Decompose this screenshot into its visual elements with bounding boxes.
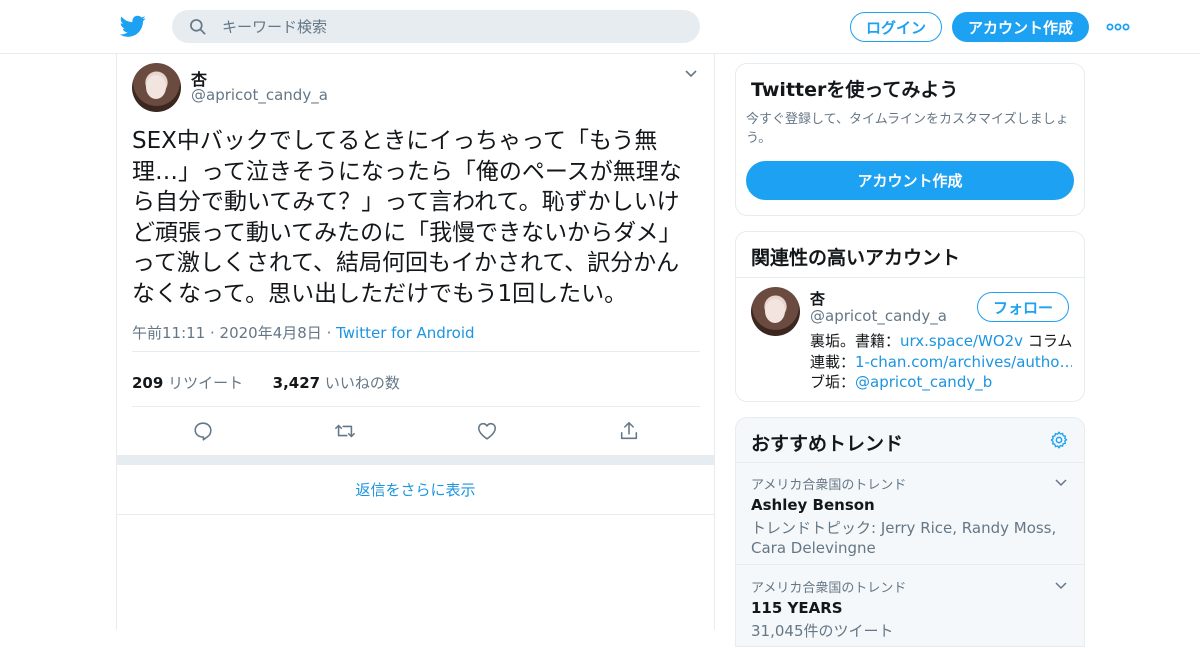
signup-card-subtitle: 今すぐ登録して、タイムラインをカスタマイズしましょう。 — [746, 112, 1069, 146]
bio-text: ブ垢： — [810, 373, 856, 391]
trend-context: アメリカ合衆国のトレンド — [751, 581, 907, 596]
top-bar: ログイン アカウント作成 — [0, 0, 1200, 54]
related-account-bio: 裏垢。書籍：urx.space/WO2v コラム 連載：1-chan.com/a… — [810, 331, 1072, 393]
signup-card-title: Twitterを使ってみよう — [751, 79, 959, 101]
divider — [736, 277, 1084, 278]
search-icon — [190, 19, 206, 35]
related-card-title: 関連性の高いアカウント — [751, 247, 961, 269]
retweet-label[interactable]: リツイート — [168, 374, 243, 392]
chevron-down-icon[interactable] — [1054, 476, 1068, 490]
bio-link-book[interactable]: urx.space/WO2v — [900, 332, 1023, 350]
divider — [132, 406, 700, 407]
bio-text: 裏垢。書籍： — [810, 332, 901, 350]
like-label[interactable]: いいねの数 — [325, 374, 400, 392]
bio-link-sub-account[interactable]: @apricot_candy_b — [855, 373, 992, 391]
share-icon[interactable] — [618, 420, 640, 442]
meta-separator: · — [321, 324, 337, 342]
like-count[interactable]: 3,427 — [273, 374, 320, 392]
reply-icon[interactable] — [192, 420, 214, 442]
bio-text: コラム — [1023, 332, 1072, 350]
avatar[interactable] — [132, 63, 181, 112]
retweet-count[interactable]: 209 — [132, 374, 163, 392]
tweet-source[interactable]: Twitter for Android — [336, 324, 474, 342]
tweet-column: 杏 @apricot_candy_a SEX中バックでしてるときにイっちゃって「… — [116, 54, 715, 630]
section-divider — [117, 455, 714, 465]
show-more-replies-link[interactable]: 返信をさらに表示 — [117, 465, 714, 515]
trend-name: Ashley Benson — [751, 496, 875, 514]
chevron-down-icon[interactable] — [1054, 579, 1068, 593]
related-account-avatar[interactable] — [751, 287, 800, 336]
bio-text: 連載： — [810, 352, 856, 371]
tweet-stats: 209 リツイート 3,427 いいねの数 — [132, 372, 400, 393]
trend-description: 31,045件のツイート — [751, 622, 894, 640]
trend-name: 115 YEARS — [751, 599, 843, 617]
tweet-text: SEX中バックでしてるときにイっちゃって「もう無理…」って泣きそうになったら「俺… — [132, 128, 682, 307]
author-handle[interactable]: @apricot_candy_a — [191, 86, 328, 104]
twitter-bird-icon[interactable] — [120, 13, 146, 39]
signup-button[interactable]: アカウント作成 — [952, 12, 1089, 42]
chevron-down-icon[interactable] — [683, 66, 699, 82]
gear-icon[interactable] — [1049, 430, 1069, 450]
retweet-icon[interactable] — [334, 420, 356, 442]
more-dots-icon[interactable] — [1106, 16, 1130, 38]
search-input[interactable] — [222, 10, 682, 43]
tweet-meta: 午前11:11 · 2020年4月8日 · Twitter for Androi… — [132, 322, 475, 343]
login-button[interactable]: ログイン — [850, 12, 942, 42]
search-box[interactable] — [172, 10, 700, 43]
trend-context: アメリカ合衆国のトレンド — [751, 478, 907, 493]
related-accounts-card: 関連性の高いアカウント 杏 @apricot_candy_a フォロー 裏垢。書… — [735, 231, 1085, 402]
signup-card-button[interactable]: アカウント作成 — [746, 161, 1074, 200]
related-account-handle[interactable]: @apricot_candy_a — [810, 307, 947, 325]
signup-card: Twitterを使ってみよう 今すぐ登録して、タイムラインをカスタマイズしましょ… — [735, 63, 1085, 216]
tweet-timestamp[interactable]: 午前11:11 · 2020年4月8日 — [132, 324, 322, 342]
follow-button[interactable]: フォロー — [977, 292, 1069, 322]
trends-card: おすすめトレンド アメリカ合衆国のトレンド Ashley Benson トレンド… — [735, 417, 1085, 647]
divider — [132, 351, 700, 352]
bio-link-column[interactable]: 1-chan.com/archives/autho… — [855, 353, 1072, 371]
related-account-name[interactable]: 杏 — [810, 288, 825, 309]
trend-description: トレンドトピック: Jerry Rice, Randy Moss, Cara D… — [751, 519, 1057, 557]
like-icon[interactable] — [476, 420, 498, 442]
trend-item[interactable]: アメリカ合衆国のトレンド 115 YEARS 31,045件のツイート — [736, 566, 1084, 646]
trends-card-title: おすすめトレンド — [751, 433, 904, 455]
trend-item[interactable]: アメリカ合衆国のトレンド Ashley Benson トレンドトピック: Jer… — [736, 463, 1084, 565]
